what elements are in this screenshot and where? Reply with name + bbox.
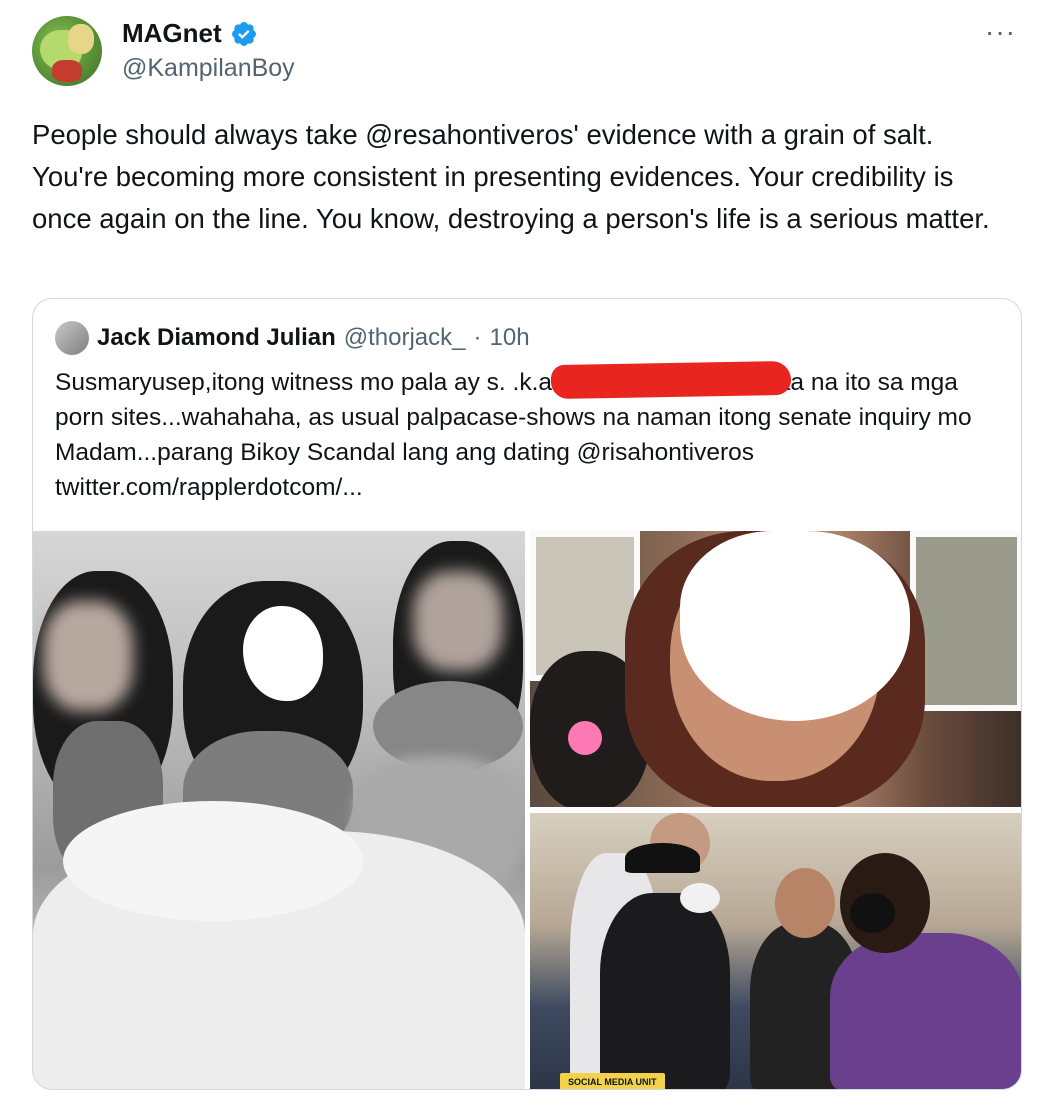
quoted-timestamp[interactable]: 10h	[490, 324, 530, 352]
media-image-top-right[interactable]	[530, 531, 1021, 807]
user-avatar[interactable]	[32, 16, 102, 86]
author-display-name[interactable]: MAGnet	[122, 18, 222, 49]
quoted-tweet[interactable]: Jack Diamond Julian @thorjack_ · 10h Sus…	[32, 298, 1022, 1090]
red-redaction-mark	[550, 360, 792, 400]
quoted-tweet-header: Jack Diamond Julian @thorjack_ · 10h	[55, 321, 530, 355]
tweet-text: People should always take @resahontivero…	[32, 119, 990, 234]
tweet-card[interactable]: MAGnet @KampilanBoy ··· People should al…	[0, 0, 1038, 1100]
media-image-bottom-right[interactable]: SOCIAL MEDIA UNIT	[530, 813, 1021, 1089]
media-grid: SOCIAL MEDIA UNIT	[33, 531, 1021, 1089]
author-handle[interactable]: @KampilanBoy	[122, 54, 295, 83]
quoted-tweet-text: Susmaryusep,itong witness mo pala ay s. …	[55, 369, 972, 501]
quoted-author-name[interactable]: Jack Diamond Julian	[97, 324, 336, 352]
separator-dot: ·	[473, 324, 482, 351]
social-media-unit-watermark: SOCIAL MEDIA UNIT	[560, 1073, 665, 1089]
verified-badge-icon	[231, 21, 256, 46]
quoted-user-avatar[interactable]	[55, 321, 89, 355]
face-cover-blob	[680, 531, 910, 721]
more-options-icon[interactable]: ···	[985, 16, 1016, 48]
quoted-author-handle[interactable]: @thorjack_	[344, 324, 466, 352]
author-name-row: MAGnet	[122, 18, 258, 49]
media-image-left[interactable]	[33, 531, 525, 1089]
